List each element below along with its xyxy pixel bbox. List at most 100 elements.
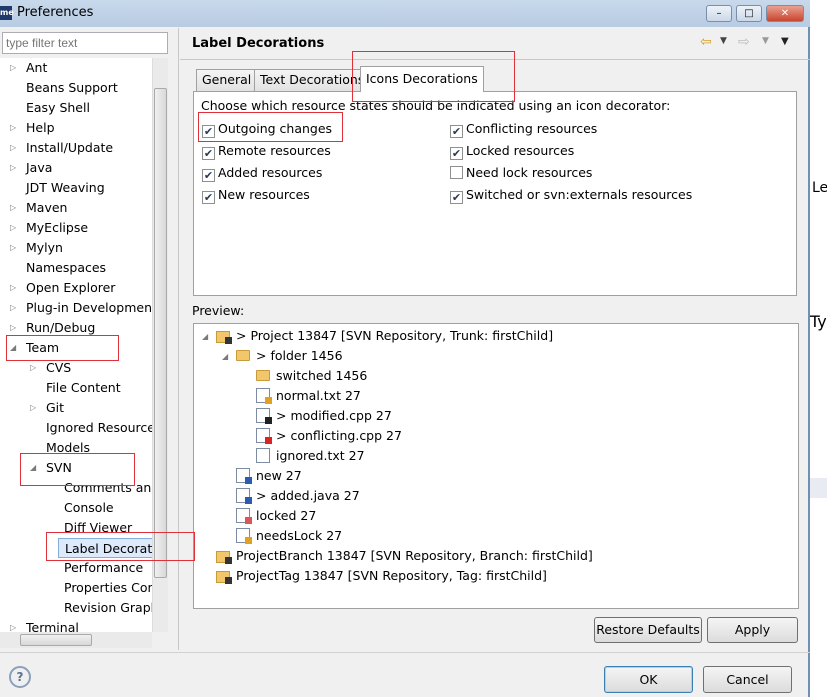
cancel-button[interactable]: Cancel [703, 666, 792, 693]
preview-item-label: > folder 1456 [256, 348, 343, 363]
conflict-file-icon [256, 428, 272, 444]
checkbox-new-resources[interactable]: ✔ New resources [202, 186, 310, 204]
folder-icon [236, 350, 250, 361]
preview-item[interactable]: needsLock 27 [236, 526, 342, 546]
checkbox-remote-resources[interactable]: ✔ Remote resources [202, 142, 331, 160]
checkbox-box[interactable] [450, 166, 463, 179]
needs-lock-file-icon [236, 528, 252, 544]
preview-item[interactable]: ProjectBranch 13847 [SVN Repository, Bra… [216, 546, 593, 566]
collapsed-twisty-icon[interactable]: ▷ [10, 223, 16, 232]
ok-button[interactable]: OK [604, 666, 693, 693]
preview-item[interactable]: normal.txt 27 [256, 386, 361, 406]
tree-item[interactable]: Open Explorer [26, 278, 115, 298]
apply-button[interactable]: Apply [707, 617, 798, 643]
tree-item[interactable]: Terminal [26, 618, 79, 632]
collapsed-twisty-icon[interactable]: ▷ [10, 243, 16, 252]
tree-item[interactable]: Namespaces [26, 258, 106, 278]
checkbox-box[interactable]: ✔ [450, 147, 463, 160]
tree-item[interactable]: Easy Shell [26, 98, 90, 118]
tree-item[interactable]: Install/Update [26, 138, 113, 158]
collapsed-twisty-icon[interactable]: ▷ [10, 163, 16, 172]
restore-defaults-button[interactable]: Restore Defaults [594, 617, 702, 643]
preview-item[interactable]: switched 1456 [256, 366, 367, 386]
checkbox-switched-or-svn-externals-resources[interactable]: ✔ Switched or svn:externals resources [450, 186, 692, 204]
collapsed-twisty-icon[interactable]: ▷ [10, 623, 16, 632]
preview-item[interactable]: > folder 1456 [236, 346, 343, 366]
preview-item-label: > Project 13847 [SVN Repository, Trunk: … [236, 328, 554, 343]
modified-file-icon [256, 408, 272, 424]
preview-item-label: > conflicting.cpp 27 [276, 428, 402, 443]
collapsed-twisty-icon[interactable]: ▷ [30, 363, 36, 372]
preview-item[interactable]: locked 27 [236, 506, 316, 526]
annotation-box [352, 51, 515, 102]
collapsed-twisty-icon[interactable]: ▷ [10, 143, 16, 152]
close-button[interactable]: ✕ [766, 5, 804, 22]
tree-item[interactable]: CVS [46, 358, 71, 378]
collapsed-twisty-icon[interactable]: ▷ [10, 63, 16, 72]
file-icon [256, 388, 272, 404]
collapsed-twisty-icon[interactable]: ▷ [10, 283, 16, 292]
tree-horizontal-scrollbar[interactable] [0, 632, 152, 648]
filter-input[interactable] [2, 32, 168, 54]
help-icon[interactable]: ? [9, 666, 31, 688]
tree-item[interactable]: Revision Graph [64, 598, 152, 618]
checkbox-box[interactable]: ✔ [450, 125, 463, 138]
tree-item[interactable]: Mylyn [26, 238, 63, 258]
project-icon [216, 551, 232, 564]
tab-general[interactable]: General [196, 69, 258, 91]
checkbox-added-resources[interactable]: ✔ Added resources [202, 164, 322, 182]
tree-item[interactable]: Plug-in Development [26, 298, 152, 318]
tree-item[interactable]: Ignored Resources [46, 418, 152, 438]
maximize-button[interactable]: □ [736, 5, 762, 22]
preview-item[interactable]: ignored.txt 27 [256, 446, 365, 466]
preview-item[interactable]: ProjectTag 13847 [SVN Repository, Tag: f… [216, 566, 547, 586]
forward-dropdown-icon[interactable]: ▼ [762, 36, 769, 46]
preview-item[interactable]: new 27 [236, 466, 302, 486]
locked-file-icon [236, 508, 252, 524]
preview-item[interactable]: > conflicting.cpp 27 [256, 426, 402, 446]
forward-arrow-icon[interactable]: ⇨ [738, 34, 750, 50]
window-title: Preferences [17, 5, 94, 20]
back-arrow-icon[interactable]: ⇦ [700, 34, 712, 50]
tree-item[interactable]: Properties Configuration [64, 578, 152, 598]
checkbox-box[interactable]: ✔ [202, 169, 215, 182]
expanded-twisty-icon[interactable]: ◢ [222, 352, 228, 361]
tree-item[interactable]: Help [26, 118, 55, 138]
collapsed-twisty-icon[interactable]: ▷ [30, 403, 36, 412]
checkbox-label: Locked resources [466, 143, 575, 158]
preview-item-label: new 27 [256, 468, 302, 483]
hscroll-thumb[interactable] [20, 634, 92, 646]
minimize-button[interactable]: – [706, 5, 732, 22]
footer-separator [0, 652, 810, 653]
collapsed-twisty-icon[interactable]: ▷ [10, 303, 16, 312]
preview-item[interactable]: > Project 13847 [SVN Repository, Trunk: … [216, 326, 553, 346]
annotation-box [6, 335, 119, 361]
project-icon [216, 331, 232, 344]
checkbox-box[interactable]: ✔ [202, 191, 215, 204]
collapsed-twisty-icon[interactable]: ▷ [10, 123, 16, 132]
tree-item[interactable]: JDT Weaving [26, 178, 105, 198]
collapsed-twisty-icon[interactable]: ▷ [10, 203, 16, 212]
checkbox-box[interactable]: ✔ [202, 147, 215, 160]
tree-item[interactable]: Maven [26, 198, 67, 218]
checkbox-conflicting-resources[interactable]: ✔ Conflicting resources [450, 120, 597, 138]
tree-item[interactable]: MyEclipse [26, 218, 88, 238]
checkbox-box[interactable]: ✔ [450, 191, 463, 204]
tree-item[interactable]: Git [46, 398, 64, 418]
tree-item[interactable]: Ant [26, 58, 47, 78]
scroll-thumb[interactable] [154, 88, 167, 578]
view-menu-icon[interactable]: ▼ [781, 36, 789, 47]
preview-item[interactable]: > added.java 27 [236, 486, 360, 506]
preview-item[interactable]: > modified.cpp 27 [256, 406, 392, 426]
tree-item[interactable]: Performance [64, 558, 143, 578]
checkbox-locked-resources[interactable]: ✔ Locked resources [450, 142, 574, 160]
checkbox-need-lock-resources[interactable]: Need lock resources [450, 164, 592, 182]
tree-item[interactable]: Java [26, 158, 52, 178]
collapsed-twisty-icon[interactable]: ▷ [10, 323, 16, 332]
project-icon [216, 571, 232, 584]
back-dropdown-icon[interactable]: ▼ [720, 36, 727, 46]
expanded-twisty-icon[interactable]: ◢ [202, 332, 208, 341]
tree-item[interactable]: File Content [46, 378, 121, 398]
tree-item[interactable]: Beans Support [26, 78, 118, 98]
tree-item[interactable]: Console [64, 498, 114, 518]
